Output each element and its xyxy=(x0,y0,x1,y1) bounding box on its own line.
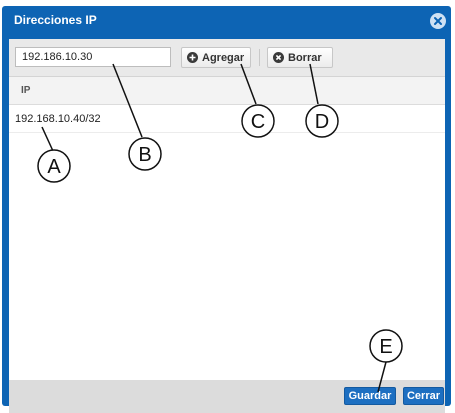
plus-circle-icon xyxy=(187,52,198,63)
add-button[interactable]: Agregar xyxy=(181,47,251,68)
delete-button[interactable]: Borrar xyxy=(267,47,333,68)
ip-addresses-dialog: Direcciones IP Agregar xyxy=(2,6,451,413)
close-x-glyph xyxy=(434,17,442,25)
close-icon[interactable] xyxy=(430,13,446,29)
add-button-label: Agregar xyxy=(202,51,245,64)
column-header-ip[interactable]: IP xyxy=(21,85,30,96)
ip-address-input[interactable] xyxy=(15,47,171,67)
close-button[interactable]: Cerrar xyxy=(403,387,444,405)
table-row[interactable]: 192.168.10.40/32 xyxy=(9,105,445,133)
delete-button-label: Borrar xyxy=(288,51,322,64)
dialog-titlebar: Direcciones IP xyxy=(2,6,451,33)
grid-header: IP xyxy=(9,77,445,105)
dialog-footer: Guardar Cerrar xyxy=(9,380,445,413)
x-circle-icon xyxy=(273,52,284,63)
toolbar: Agregar Borrar xyxy=(9,39,445,77)
dialog-body: Agregar Borrar IP 192.168.10.40/32 Guard… xyxy=(9,39,445,413)
save-button[interactable]: Guardar xyxy=(344,387,396,405)
dialog-title: Direcciones IP xyxy=(14,13,97,27)
toolbar-separator xyxy=(259,49,260,66)
ip-cell: 192.168.10.40/32 xyxy=(15,113,101,125)
